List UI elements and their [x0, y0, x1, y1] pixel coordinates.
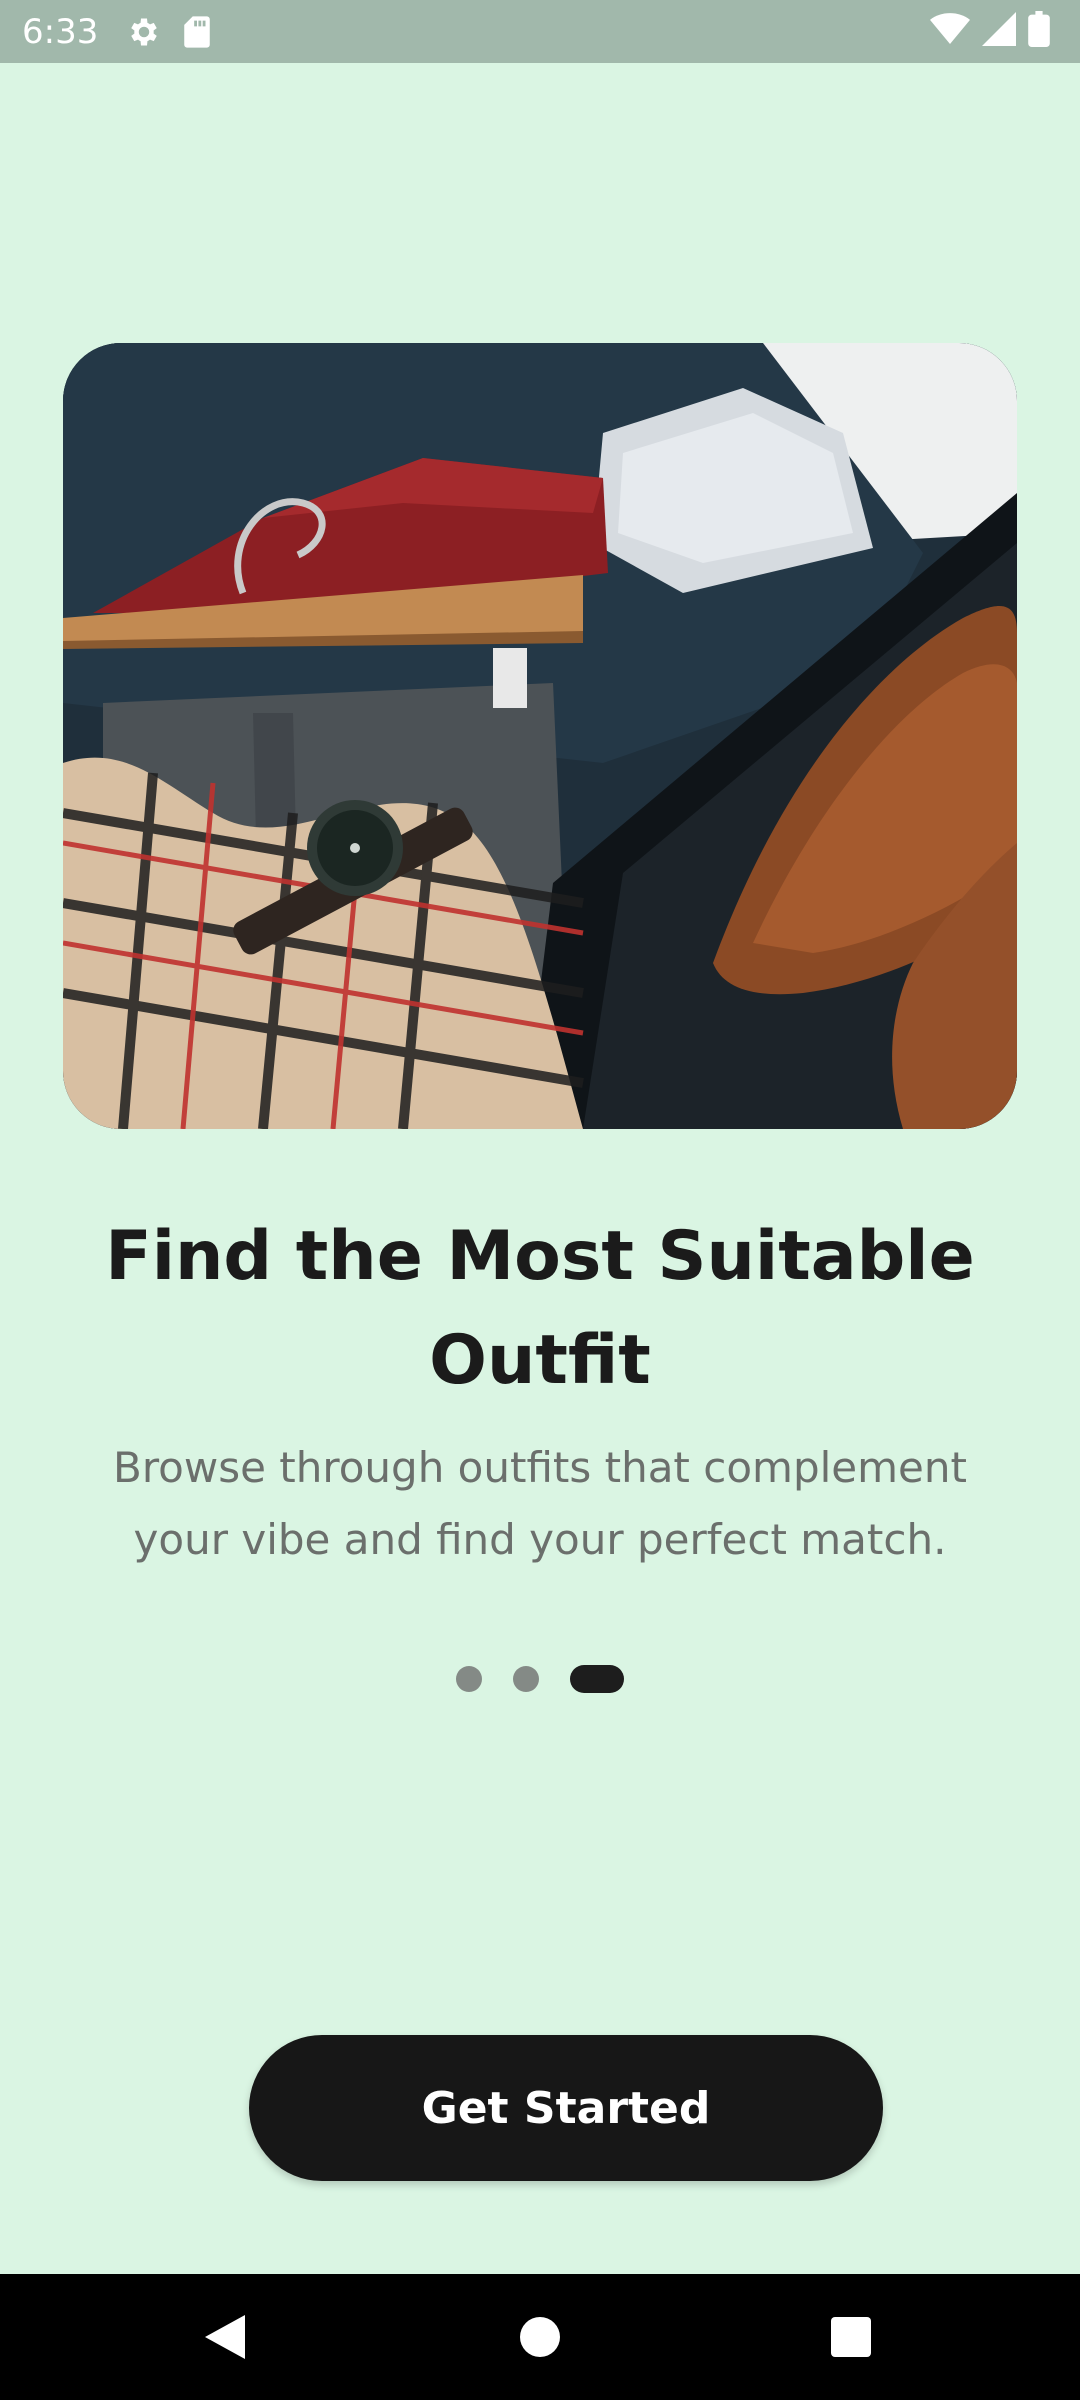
onboarding-title: Find the Most Suitable Outfit	[105, 1217, 975, 1400]
status-bar: 6:33	[0, 0, 1080, 63]
status-time: 6:33	[22, 11, 99, 52]
get-started-button[interactable]: Get Started	[249, 2035, 883, 2181]
home-icon[interactable]	[480, 2274, 600, 2400]
onboarding-subtitle: Browse through outfits that complement y…	[113, 1443, 967, 1564]
page-dot[interactable]	[513, 1666, 539, 1692]
page-dot-active[interactable]	[570, 1665, 624, 1693]
outfit-photo	[63, 343, 1017, 1129]
sd-card-icon	[182, 15, 212, 49]
page-dot[interactable]	[456, 1666, 482, 1692]
wifi-icon	[930, 12, 970, 51]
signal-icon	[982, 12, 1016, 51]
page-indicator	[0, 1663, 1080, 1693]
gear-icon	[126, 14, 162, 50]
back-icon[interactable]	[165, 2274, 285, 2400]
battery-icon	[1028, 11, 1050, 52]
recents-icon[interactable]	[791, 2274, 911, 2400]
navigation-bar	[0, 2274, 1080, 2400]
